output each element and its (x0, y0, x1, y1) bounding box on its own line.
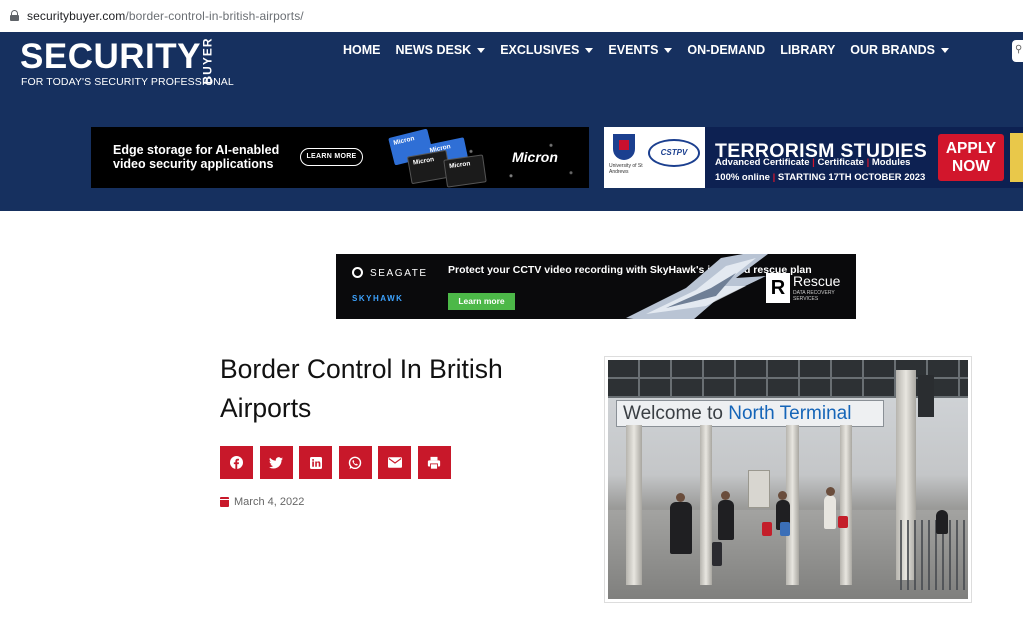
site-header: SECURITY BUYER FOR TODAY'S SECURITY PROF… (0, 32, 1023, 211)
seagate-learn-more-button[interactable]: Learn more (448, 293, 515, 310)
nav-our-brands[interactable]: OUR BRANDS (850, 43, 950, 57)
nav-news-desk[interactable]: NEWS DESK (396, 43, 486, 57)
chevron-down-icon (585, 47, 594, 53)
twitter-icon (269, 456, 283, 468)
chevron-down-icon (941, 47, 950, 53)
search-icon: ⚲ (1015, 44, 1023, 55)
logo-tagline: FOR TODAY'S SECURITY PROFESSIONAL (21, 76, 234, 88)
nav-exclusives[interactable]: EXCLUSIVES (500, 43, 594, 57)
seagate-ad-banner[interactable]: SEAGATE SKYHAWK Protect your CCTV video … (336, 254, 856, 319)
skyhawk-brand: SKYHAWK (352, 294, 404, 303)
nav-on-demand[interactable]: ON-DEMAND (687, 43, 765, 57)
apply-now-button[interactable]: APPLY NOW (938, 134, 1004, 181)
terrorism-studies-ad-banner[interactable]: University of St Andrews CSTPV TERRORISM… (604, 127, 1023, 188)
facebook-icon (230, 456, 243, 469)
rescue-logo: R Rescue DATA RECOVERY SERVICES (766, 273, 846, 305)
terminal-sign: Welcome to North Terminal (616, 400, 884, 427)
article-title: Border Control In British Airports (220, 354, 503, 423)
nav-events[interactable]: EVENTS (608, 43, 673, 57)
linkedin-icon (309, 456, 322, 469)
cstpv-logo: CSTPV (648, 139, 700, 167)
hawk-image (626, 254, 768, 319)
micron-learn-more-button[interactable]: LEARN MORE (300, 148, 363, 166)
share-twitter-button[interactable] (259, 446, 293, 479)
seagate-logo-icon (352, 267, 363, 278)
site-logo[interactable]: SECURITY BUYER FOR TODAY'S SECURITY PROF… (20, 37, 234, 88)
url-text[interactable]: securitybuyer.com/border-control-in-brit… (27, 9, 304, 23)
memory-card-image: Micron (443, 154, 487, 188)
nav-library[interactable]: LIBRARY (780, 43, 835, 57)
article-featured-image[interactable]: Welcome to North Terminal (604, 356, 972, 603)
chevron-down-icon (664, 47, 673, 53)
print-icon (427, 456, 441, 470)
lock-icon[interactable] (10, 10, 19, 21)
main-nav: HOME NEWS DESK EXCLUSIVES EVENTS ON-DEMA… (343, 43, 964, 57)
terrorism-ad-dates: 100% online | STARTING 17TH OCTOBER 2023 (715, 172, 926, 183)
seagate-brand: SEAGATE (370, 268, 428, 279)
share-linkedin-button[interactable] (299, 446, 332, 479)
logo-wordmark: SECURITY (20, 37, 201, 76)
share-whatsapp-button[interactable] (338, 446, 372, 479)
university-name: University of St Andrews (609, 163, 643, 175)
micron-brand-logo: Micron (512, 149, 558, 165)
chevron-down-icon (477, 47, 486, 53)
micron-ad-banner[interactable]: Edge storage for AI-enabled video securi… (91, 127, 589, 188)
micron-ad-headline: Edge storage for AI-enabled video securi… (113, 143, 280, 171)
email-icon (387, 457, 402, 468)
share-email-button[interactable] (378, 446, 411, 479)
search-button[interactable]: ⚲ (1012, 40, 1023, 62)
nav-home[interactable]: HOME (343, 43, 381, 57)
whatsapp-icon (348, 456, 362, 469)
article-date: March 4, 2022 (220, 496, 304, 508)
share-buttons (220, 446, 457, 479)
university-crest-icon (613, 134, 635, 160)
terrorism-ad-courses: Advanced Certificate | Certificate | Mod… (715, 157, 911, 168)
share-print-button[interactable] (417, 446, 451, 479)
calendar-icon (220, 497, 229, 507)
address-bar[interactable]: securitybuyer.com/border-control-in-brit… (0, 0, 1023, 32)
share-facebook-button[interactable] (220, 446, 253, 479)
